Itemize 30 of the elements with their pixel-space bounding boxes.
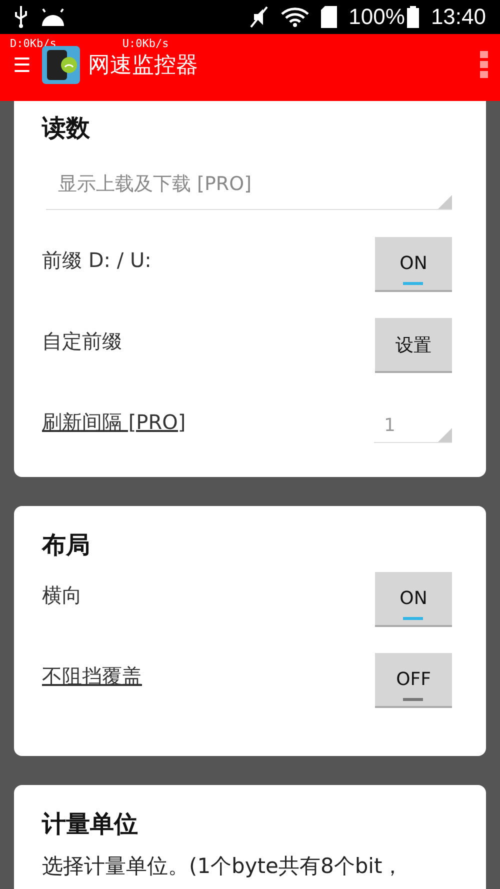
usb-icon [14,6,28,28]
setting-label: 不阻挡覆盖 [42,663,142,690]
wifi-icon [280,7,309,27]
clock-time: 13:40 [430,4,486,30]
app-logo-icon [42,46,80,84]
battery-percentage: 100% [348,4,405,30]
android-icon [40,8,66,26]
setting-label: 刷新间隔 [PRO] [42,409,186,436]
section-heading: 读数 [42,113,91,144]
app-title: 网速监控器 [88,52,198,80]
dropdown-field[interactable]: 显示上载及下载 [PRO] [46,159,452,210]
toggle-button[interactable]: ON [375,572,452,627]
section-heading: 布局 [42,530,91,561]
dropdown-arrow-icon [438,195,452,209]
battery-icon [406,6,419,28]
upload-speed: U:0Kb/s [122,37,169,50]
toggle-button[interactable]: ON [375,237,452,292]
toggle-button[interactable]: OFF [375,653,452,708]
menu-button[interactable]: ☰ [10,52,34,78]
setting-label: 前缀 D: / U: [42,247,152,274]
dropdown-arrow-icon [438,428,452,442]
setting-label: 自定前缀 [42,328,122,355]
sim-icon [320,6,337,28]
download-speed: D:0Kb/s [10,37,56,50]
setting-label: 横向 [42,582,82,609]
mute-icon [248,6,269,28]
description-text: 选择计量单位。(1个byte共有8个bit， [42,853,404,880]
overflow-menu-icon[interactable] [480,51,488,79]
section-heading: 计量单位 [42,809,139,840]
settings-button[interactable]: 设置 [375,318,452,373]
